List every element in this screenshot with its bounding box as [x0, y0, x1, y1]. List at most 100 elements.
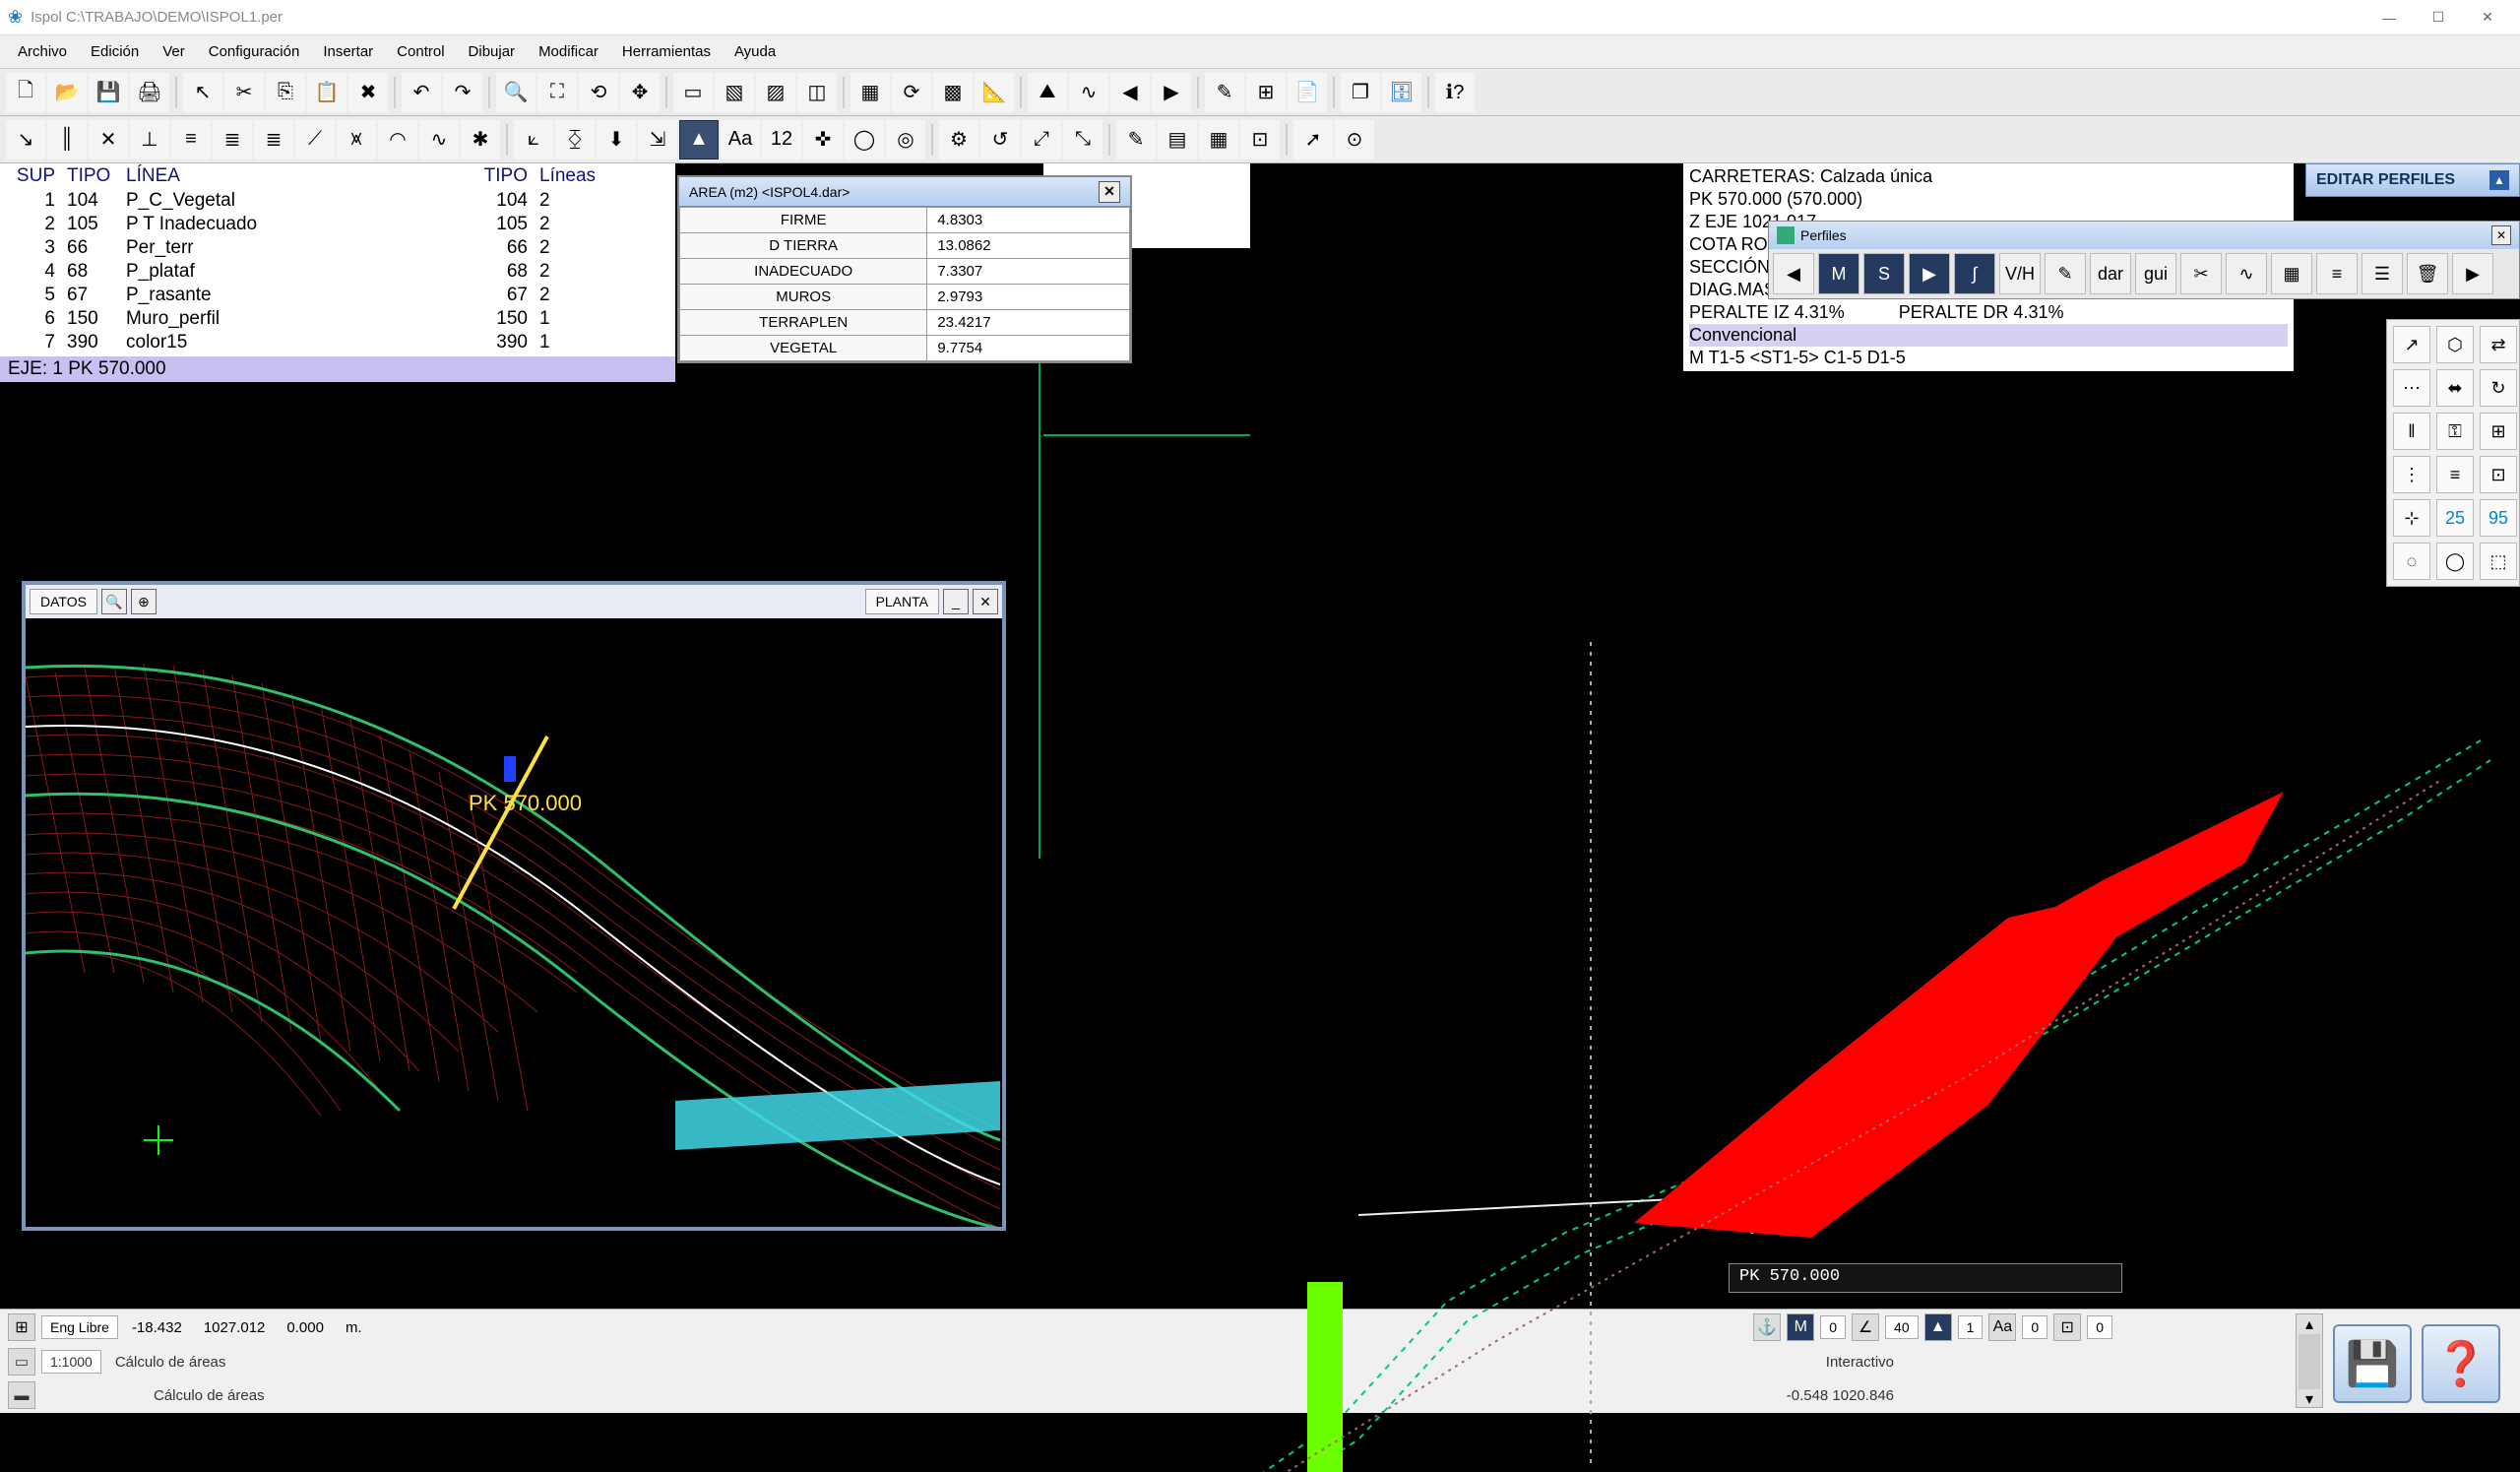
menu-modificar[interactable]: Modificar [527, 37, 610, 66]
minimize-button[interactable]: — [2364, 3, 2414, 32]
datos-button[interactable]: DATOS [30, 589, 97, 614]
tool-a-icon[interactable]: ⟀ [514, 120, 553, 160]
planta-min-icon[interactable]: _ [943, 589, 969, 614]
tool-edit-icon[interactable]: ✎ [1116, 120, 1156, 160]
pan-icon[interactable]: ✥ [620, 73, 660, 112]
snap-cross-icon[interactable]: ✕ [89, 120, 128, 160]
status-icon-3[interactable]: ▬ [8, 1381, 35, 1409]
side-tool-12-icon[interactable]: ⊡ [2480, 456, 2517, 493]
status-icon-1[interactable]: ⊞ [8, 1313, 35, 1341]
planta-button[interactable]: PLANTA [865, 589, 939, 614]
tool-gear-icon[interactable]: ⚙ [939, 120, 978, 160]
window-icon[interactable]: ❐ [1341, 73, 1380, 112]
close-button[interactable]: ✕ [2463, 3, 2512, 32]
text-icon[interactable]: Aa [721, 120, 760, 160]
tool-circle-icon[interactable]: ◯ [845, 120, 884, 160]
spline-icon[interactable]: ∿ [419, 120, 459, 160]
side-tool-3-icon[interactable]: ⇄ [2480, 326, 2517, 363]
tool-triangle-icon[interactable]: ▲ [679, 120, 719, 160]
tool-expand-icon[interactable]: ⤢ [1022, 120, 1061, 160]
arc-icon[interactable]: ◠ [378, 120, 417, 160]
terrain-icon[interactable]: ⛰ [1028, 73, 1067, 112]
profile-view-icon[interactable]: ▧ [715, 73, 754, 112]
tool-arrow-icon[interactable]: ➚ [1293, 120, 1333, 160]
menu-herramientas[interactable]: Herramientas [610, 37, 723, 66]
layer-row[interactable]: 1104P_C_Vegetal1042 [0, 189, 675, 213]
arrow-right-icon[interactable]: ▶ [1152, 73, 1191, 112]
perfiles-list-icon[interactable]: ☰ [2362, 253, 2403, 294]
perfiles-f-icon[interactable]: ∫ [1954, 253, 1995, 294]
tool-c-icon[interactable]: ⬇ [597, 120, 636, 160]
perfiles-dar-icon[interactable]: dar [2090, 253, 2131, 294]
planta-canvas[interactable]: PK 570.000 [26, 618, 1002, 1227]
3d-view-icon[interactable]: ◫ [797, 73, 837, 112]
menu-insertar[interactable]: Insertar [311, 37, 385, 66]
side-tool-1-icon[interactable]: ↗ [2393, 326, 2430, 363]
save-icon[interactable]: 💾 [89, 73, 128, 112]
tool-target-icon[interactable]: ◎ [886, 120, 925, 160]
menu-control[interactable]: Control [385, 37, 456, 66]
perfiles-gui-icon[interactable]: gui [2135, 253, 2176, 294]
new-icon[interactable]: 🗋 [6, 73, 45, 112]
side-tool-17-icon[interactable]: ◯ [2436, 543, 2474, 580]
layer-row[interactable]: 567P_rasante672 [0, 284, 675, 307]
side-tool-4-icon[interactable]: ⋯ [2393, 369, 2430, 407]
side-tool-5-icon[interactable]: ⬌ [2436, 369, 2474, 407]
align-left-icon[interactable]: ≡ [171, 120, 211, 160]
perfiles-cut-icon[interactable]: ✂ [2180, 253, 2222, 294]
perfiles-s-icon[interactable]: S [1863, 253, 1905, 294]
perfiles-p-icon[interactable]: ▶ [1909, 253, 1950, 294]
snap-end-icon[interactable]: ↘ [6, 120, 45, 160]
help-icon[interactable]: ℹ? [1435, 73, 1475, 112]
snap-perp-icon[interactable]: ⊥ [130, 120, 169, 160]
snap-mid-icon[interactable]: ║ [47, 120, 87, 160]
side-tool-18-icon[interactable]: ⬚ [2480, 543, 2517, 580]
perfiles-close-icon[interactable]: ✕ [2491, 225, 2511, 245]
tool-collapse-icon[interactable]: ⤡ [1063, 120, 1102, 160]
arrow-left-icon[interactable]: ◀ [1110, 73, 1150, 112]
menu-dibujar[interactable]: Dibujar [457, 37, 528, 66]
menu-configuracion[interactable]: Configuración [197, 37, 312, 66]
planta-globe-icon[interactable]: ⊕ [131, 589, 157, 614]
layer-row[interactable]: 366Per_terr662 [0, 236, 675, 260]
perfiles-grid-icon[interactable]: ▦ [2271, 253, 2312, 294]
side-tool-16-icon[interactable]: ◌ [2393, 543, 2430, 580]
measure-icon[interactable]: 📐 [975, 73, 1014, 112]
side-tool-11-icon[interactable]: ≡ [2436, 456, 2474, 493]
refresh-icon[interactable]: ⟳ [892, 73, 931, 112]
collapse-icon[interactable]: ▲ [2489, 170, 2509, 190]
layer-row[interactable]: 2105P T Inadecuado1052 [0, 213, 675, 236]
tool-number-icon[interactable]: 12 [762, 120, 801, 160]
perfiles-curve-icon[interactable]: ∿ [2226, 253, 2267, 294]
print-icon[interactable]: 🖨 [130, 73, 169, 112]
tool-d-icon[interactable]: ⇲ [638, 120, 677, 160]
cursor-icon[interactable]: ↖ [183, 73, 222, 112]
layer-row[interactable]: 7390color153901 [0, 331, 675, 354]
perfiles-next-icon[interactable]: ▶ [2452, 253, 2493, 294]
perfiles-layers-icon[interactable]: ≡ [2316, 253, 2358, 294]
side-tool-14-icon[interactable]: 25 [2436, 499, 2474, 537]
line-icon[interactable]: ⟋ [295, 120, 335, 160]
layer-row[interactable]: 468P_plataf682 [0, 260, 675, 284]
side-tool-9-icon[interactable]: ⊞ [2480, 413, 2517, 450]
draw-icon[interactable]: ✎ [1205, 73, 1244, 112]
tool-refresh2-icon[interactable]: ↺ [980, 120, 1020, 160]
perfiles-vh-icon[interactable]: V/H [1999, 253, 2041, 294]
status-icon-2[interactable]: ▭ [8, 1348, 35, 1376]
side-tool-8-icon[interactable]: ⚿ [2436, 413, 2474, 450]
menu-edicion[interactable]: Edición [79, 37, 151, 66]
side-tool-13-icon[interactable]: ⊹ [2393, 499, 2430, 537]
tool-layers2-icon[interactable]: ▤ [1158, 120, 1197, 160]
paste-icon[interactable]: 📋 [307, 73, 346, 112]
zoom-window-icon[interactable]: 🔍 [496, 73, 536, 112]
perfiles-prev-icon[interactable]: ◀ [1773, 253, 1814, 294]
planta-zoom-icon[interactable]: 🔍 [101, 589, 127, 614]
report-icon[interactable]: 📄 [1288, 73, 1327, 112]
side-tool-7-icon[interactable]: ‖ [2393, 413, 2430, 450]
tool-compass-icon[interactable]: ✜ [803, 120, 843, 160]
tool-match-icon[interactable]: ⊡ [1240, 120, 1280, 160]
status-eng[interactable]: Eng Libre [41, 1315, 118, 1339]
editar-perfiles-header[interactable]: EDITAR PERFILES ▲ [2305, 163, 2520, 197]
undo-icon[interactable]: ↶ [402, 73, 441, 112]
menu-ayuda[interactable]: Ayuda [723, 37, 788, 66]
